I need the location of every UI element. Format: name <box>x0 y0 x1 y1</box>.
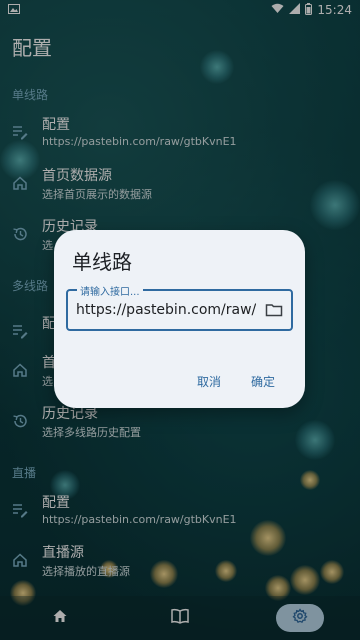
cancel-button[interactable]: 取消 <box>197 373 221 390</box>
folder-icon[interactable] <box>265 301 283 319</box>
confirm-button[interactable]: 确定 <box>251 373 275 390</box>
dialog-title: 单线路 <box>72 250 132 274</box>
url-field[interactable]: 请输入接口... <box>66 283 293 331</box>
field-label: 请输入接口... <box>77 283 143 298</box>
url-input-dialog: 单线路 请输入接口... 取消 确定 <box>54 230 305 408</box>
url-input[interactable] <box>76 300 256 320</box>
